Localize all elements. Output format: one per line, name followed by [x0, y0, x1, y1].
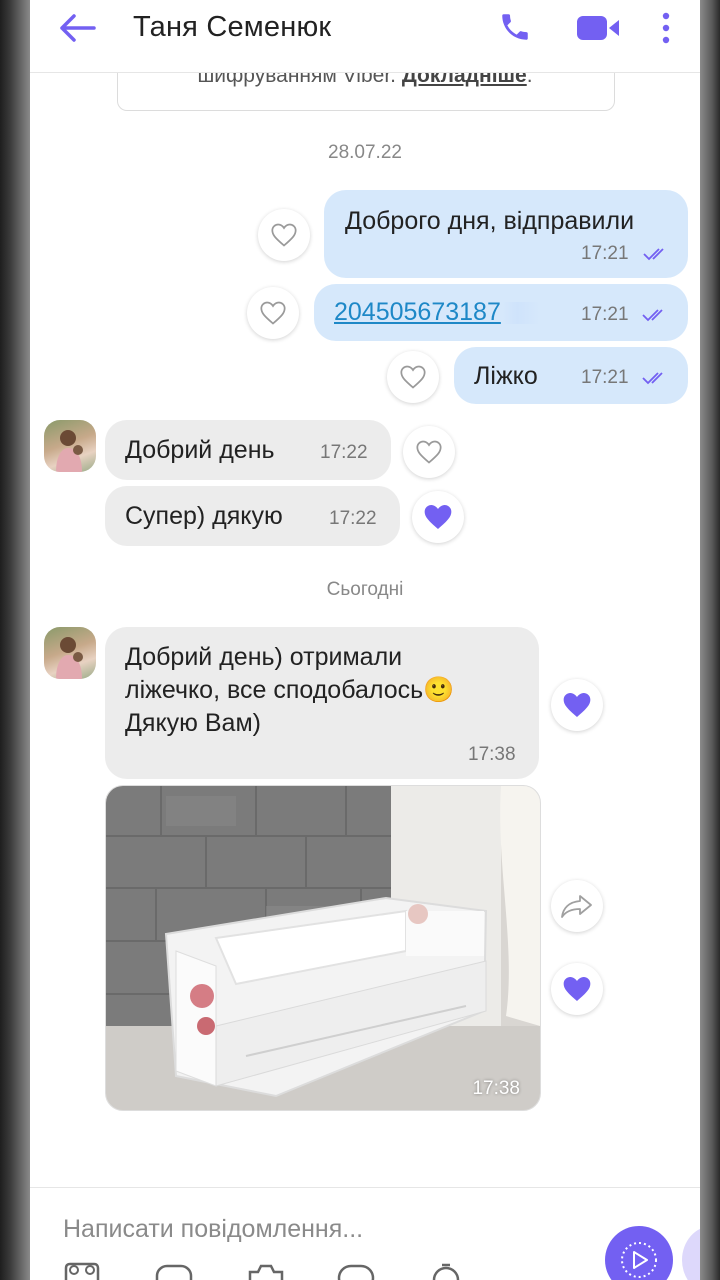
- avatar-photo: [56, 637, 83, 679]
- chat-extension-icon[interactable]: [336, 1260, 376, 1280]
- heart-outline-icon: [271, 223, 297, 247]
- back-arrow-icon[interactable]: [58, 12, 98, 44]
- heart-outline-icon: [400, 365, 426, 389]
- phone-call-icon[interactable]: [498, 10, 532, 44]
- send-play-icon: [621, 1242, 657, 1278]
- forward-button[interactable]: [551, 880, 603, 932]
- reaction-button[interactable]: [387, 351, 439, 403]
- double-check-icon: [642, 372, 663, 385]
- message-composer: Написати повідомлення...: [30, 1187, 700, 1280]
- secondary-action-button[interactable]: [682, 1226, 700, 1280]
- photo-message[interactable]: 17:38: [105, 785, 541, 1111]
- message-text: Доброго дня, відправили: [345, 207, 635, 235]
- outgoing-message[interactable]: Ліжко 17:21: [454, 347, 688, 404]
- more-options-icon[interactable]: [656, 10, 676, 46]
- message-line: Добрий день) отримали: [125, 643, 403, 671]
- reaction-button[interactable]: [258, 209, 310, 261]
- date-separator: Сьогодні: [326, 579, 404, 600]
- message-time: 17:38: [468, 744, 516, 765]
- chat-header: Таня Семенюк: [30, 0, 700, 73]
- message-line: Дякую Вам): [125, 709, 261, 737]
- reaction-button[interactable]: [403, 426, 455, 478]
- chat-screen: Таня Семенюк шифруванням Viber. Докладні…: [30, 0, 700, 1280]
- outgoing-message[interactable]: Доброго дня, відправили 17:21: [324, 190, 688, 278]
- incoming-message[interactable]: Супер) дякую 17:22: [105, 486, 400, 546]
- message-time: 17:22: [329, 508, 377, 529]
- contact-avatar[interactable]: [44, 420, 96, 472]
- reaction-button[interactable]: [412, 491, 464, 543]
- contact-avatar[interactable]: [44, 627, 96, 679]
- heart-outline-icon: [416, 440, 442, 464]
- double-check-icon: [642, 309, 663, 322]
- bed-photo: [106, 786, 540, 1110]
- message-input[interactable]: Написати повідомлення...: [63, 1215, 363, 1244]
- reaction-button[interactable]: [551, 679, 603, 731]
- forward-share-icon: [561, 895, 592, 918]
- message-time: 17:22: [320, 442, 368, 463]
- outgoing-message[interactable]: 204505673187 17:21: [314, 284, 688, 341]
- video-call-icon[interactable]: [575, 12, 621, 44]
- message-line: ліжечко, все сподобалось🙂: [125, 676, 455, 704]
- heart-filled-icon: [563, 693, 591, 717]
- date-separator: 28.07.22: [328, 142, 402, 163]
- contact-name[interactable]: Таня Семенюк: [133, 11, 331, 44]
- avatar-photo: [56, 430, 83, 472]
- reaction-button[interactable]: [551, 963, 603, 1015]
- message-time: 17:21: [581, 367, 629, 388]
- incoming-message[interactable]: Добрий день) отримали ліжечко, все сподо…: [105, 627, 539, 779]
- camera-icon[interactable]: [246, 1260, 286, 1280]
- heart-filled-icon: [424, 505, 452, 529]
- message-text: Супер) дякую: [125, 502, 283, 530]
- heart-filled-icon: [563, 977, 591, 1001]
- message-text: Ліжко: [474, 362, 538, 390]
- tracking-number-link[interactable]: 204505673187: [334, 298, 501, 327]
- message-time: 17:21: [581, 304, 629, 325]
- incoming-message[interactable]: Добрий день 17:22: [105, 420, 391, 480]
- message-text: Добрий день: [125, 436, 275, 464]
- gif-icon[interactable]: [154, 1260, 194, 1280]
- double-check-icon: [643, 248, 664, 261]
- reaction-button[interactable]: [247, 287, 299, 339]
- photo-time: 17:38: [472, 1078, 520, 1099]
- blurred-digits: [502, 302, 540, 324]
- message-time: 17:21: [581, 243, 629, 264]
- timer-icon[interactable]: [426, 1260, 466, 1280]
- sticker-icon[interactable]: [62, 1260, 102, 1280]
- heart-outline-icon: [260, 301, 286, 325]
- send-button[interactable]: [605, 1226, 673, 1280]
